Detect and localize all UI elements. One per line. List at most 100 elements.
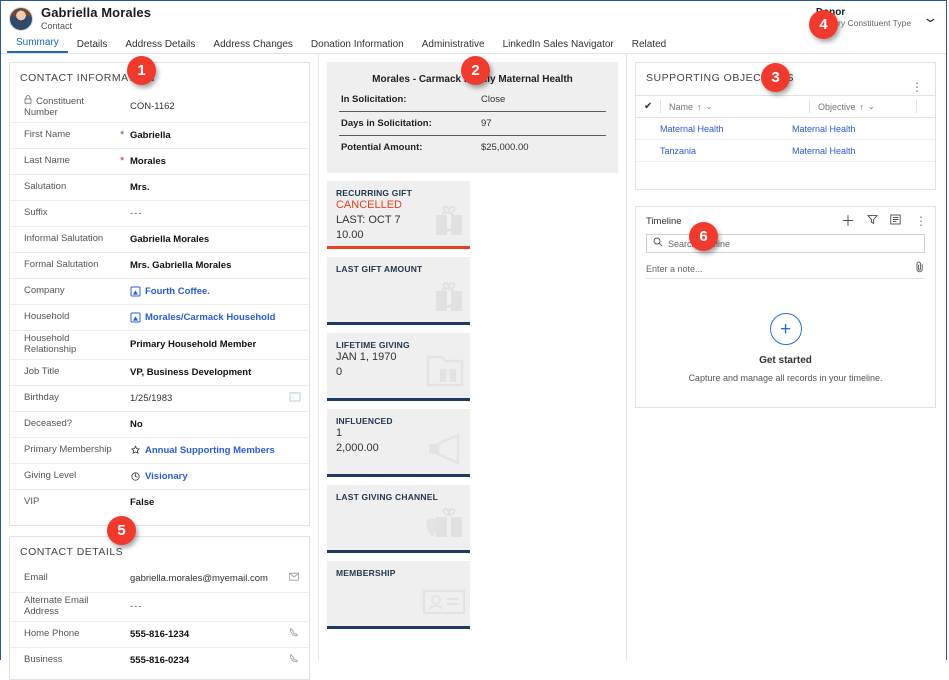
recurring-gift-icon (426, 201, 466, 240)
field-value: Annual Supporting Members (145, 444, 275, 456)
field-value: 555-816-0234 (130, 654, 190, 666)
field-business-phone[interactable]: Business 555-816-0234 (10, 646, 309, 673)
field-giving-level[interactable]: Giving Level Visionary (10, 462, 309, 489)
table-row[interactable]: Maternal Health Maternal Health (636, 118, 935, 140)
solicitation-row: Days in Solicitation: 97 (338, 111, 606, 135)
required-marker: * (120, 154, 125, 167)
tab-administrative[interactable]: Administrative (413, 39, 494, 53)
field-alternate-email-address[interactable]: Alternate Email Address --- (10, 591, 309, 621)
record-type-label: Contact (41, 20, 73, 31)
avatar (9, 7, 33, 31)
tab-donation-information[interactable]: Donation Information (302, 39, 413, 53)
phone-icon[interactable] (289, 627, 301, 641)
sort-order-icon[interactable] (890, 214, 901, 228)
record-header: Gabriella Morales Contact Donor Primary … (1, 1, 946, 33)
search-timeline-input[interactable]: Search timeline (646, 234, 925, 253)
column-header-objective[interactable]: Objective ↑ ⌄ (809, 100, 916, 113)
callout-badge-5: 5 (107, 516, 136, 545)
field-vip[interactable]: VIP False (10, 488, 309, 515)
column-header-spacer (916, 100, 935, 113)
tab-summary[interactable]: Summary (7, 37, 68, 53)
record-header-text: Gabriella Morales Contact (41, 6, 151, 31)
field-company[interactable]: Company Fourth Coffee. (10, 277, 309, 304)
field-constituent-number[interactable]: Constituent Number CON-1162 (10, 92, 309, 122)
table-row[interactable]: Tanzania Maternal Health (636, 140, 935, 162)
contact-details-panel: CONTACT DETAILS Email gabriella.morales@… (9, 535, 310, 680)
tab-address-details[interactable]: Address Details (116, 39, 204, 53)
add-timeline-record-button[interactable]: + (769, 313, 802, 345)
field-email[interactable]: Email gabriella.morales@myemail.com (10, 566, 309, 592)
field-value: VP, Business Development (130, 366, 252, 378)
callout-badge-4: 4 (809, 10, 838, 39)
field-value: Mrs. Gabriella Morales (130, 259, 232, 271)
timeline-title: Timeline (646, 215, 682, 227)
tile-recurring-gift[interactable]: RECURRING GIFT CANCELLED LAST: OCT 7 10.… (326, 181, 470, 249)
email-icon[interactable] (289, 572, 301, 585)
chevron-down-icon[interactable]: ⌄ (922, 10, 938, 26)
sort-asc-icon: ↑ (697, 101, 702, 112)
field-suffix[interactable]: Suffix --- (10, 199, 309, 226)
contact-record-page: Gabriella Morales Contact Donor Primary … (0, 0, 947, 680)
field-label: Formal Salutation (24, 258, 99, 270)
field-label: Household (24, 310, 70, 322)
more-options-icon[interactable]: ⋮ (905, 79, 929, 95)
tile-last-giving-channel[interactable]: LAST GIVING CHANNEL (326, 485, 470, 553)
membership-card-icon (422, 587, 466, 620)
chevron-down-icon[interactable]: ⌄ (868, 102, 875, 111)
empty-title: Get started (759, 355, 812, 366)
search-icon (653, 237, 663, 250)
field-household-relationship[interactable]: Household Relationship Primary Household… (10, 329, 309, 359)
field-label: First Name (24, 128, 71, 140)
more-options-icon[interactable]: ⋮ (913, 215, 929, 227)
left-column: CONTACT INFORMATION Constituent Number C… (1, 54, 319, 680)
calendar-icon[interactable] (289, 391, 301, 405)
tab-bar: Summary Details Address Details Address … (1, 33, 946, 54)
attach-icon[interactable] (915, 261, 925, 276)
field-value: Morales (130, 155, 166, 167)
field-value: No (130, 418, 143, 430)
field-label: VIP (24, 495, 40, 507)
chevron-down-icon[interactable]: ⌄ (706, 102, 713, 111)
field-primary-membership[interactable]: Primary Membership Annual Supporting Mem… (10, 436, 309, 463)
field-job-title[interactable]: Job Title VP, Business Development (10, 358, 309, 385)
callout-badge-3: 3 (761, 63, 790, 92)
field-birthday[interactable]: Birthday 1/25/1983 (10, 384, 309, 411)
filter-icon[interactable] (867, 214, 878, 228)
column-header-name[interactable]: Name ↑ ⌄ (660, 100, 809, 113)
required-marker: * (120, 128, 125, 141)
phone-icon[interactable] (289, 653, 301, 667)
tab-address-changes[interactable]: Address Changes (204, 39, 302, 53)
field-label: Informal Salutation (24, 232, 104, 244)
tile-membership[interactable]: MEMBERSHIP (326, 561, 470, 629)
select-all-checkbox[interactable]: ✔ (644, 101, 660, 112)
field-value: Primary Household Member (130, 339, 257, 351)
field-last-name[interactable]: Last Name * Morales (10, 147, 309, 174)
field-deceased[interactable]: Deceased? No (10, 410, 309, 437)
field-value: Morales/Carmack Household (145, 311, 276, 323)
tile-last-gift-amount[interactable]: LAST GIFT AMOUNT (326, 257, 470, 325)
tab-details[interactable]: Details (68, 39, 117, 53)
add-icon[interactable]: ＋ (841, 214, 855, 228)
field-formal-salutation[interactable]: Formal Salutation Mrs. Gabriella Morales (10, 251, 309, 278)
field-label: Last Name (24, 154, 70, 166)
field-first-name[interactable]: First Name * Gabriella (10, 121, 309, 148)
note-placeholder: Enter a note... (646, 263, 703, 274)
field-label: Birthday (24, 391, 59, 403)
tile-lifetime-giving[interactable]: LIFETIME GIVING JAN 1, 1970 0 (326, 333, 470, 401)
contact-details-title: CONTACT DETAILS (20, 545, 124, 558)
note-input[interactable]: Enter a note... (646, 259, 925, 279)
field-value: Gabriella Morales (130, 233, 210, 245)
field-household[interactable]: Household Morales/Carmack Household (10, 303, 309, 330)
tile-influenced[interactable]: INFLUENCED 1 2,000.00 (326, 409, 470, 477)
tab-linkedin-sales-navigator[interactable]: LinkedIn Sales Navigator (494, 39, 623, 53)
field-value: Fourth Coffee. (145, 285, 210, 297)
field-home-phone[interactable]: Home Phone 555-816-1234 (10, 620, 309, 647)
field-label: Deceased? (24, 417, 73, 429)
field-label: Email (24, 572, 48, 584)
field-salutation[interactable]: Salutation Mrs. (10, 173, 309, 200)
field-label: Suffix (24, 206, 48, 218)
field-label: Salutation (24, 180, 67, 192)
tab-related[interactable]: Related (623, 39, 675, 53)
callout-badge-2: 2 (461, 56, 490, 85)
field-informal-salutation[interactable]: Informal Salutation Gabriella Morales (10, 225, 309, 252)
